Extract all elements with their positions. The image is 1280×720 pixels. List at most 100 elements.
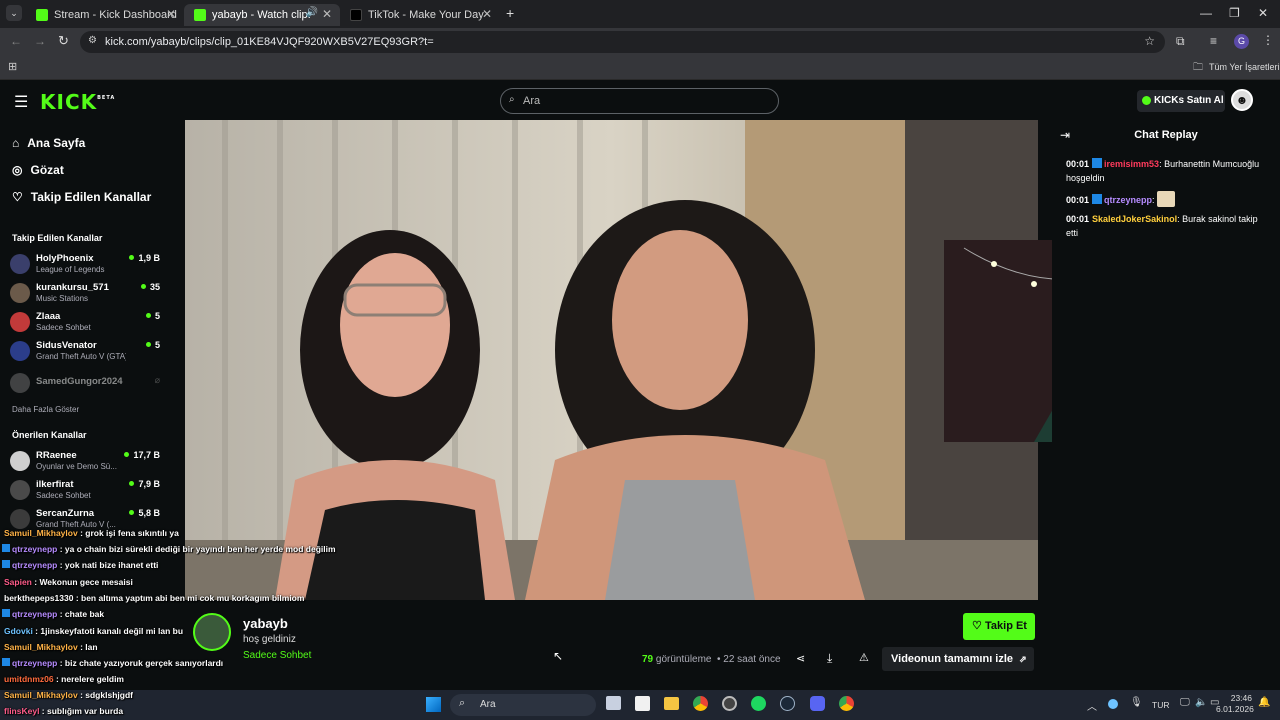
folder-icon: 🗀 <box>1193 62 1203 73</box>
browser-tab-bar: ⌄ Stream - Kick Dashboard ✕ yabayb - Wat… <box>0 0 1280 28</box>
discord-icon[interactable] <box>810 696 825 711</box>
recommended-channel-item[interactable]: ilkerfirat Sadece Sohbet 7,9 B <box>10 478 160 504</box>
minimize-icon[interactable]: — <box>1200 6 1212 20</box>
windows-start-icon[interactable] <box>426 697 441 712</box>
kick-favicon-icon <box>36 9 48 21</box>
extensions-icon[interactable]: ⧉ <box>1176 34 1185 49</box>
notification-bell-icon[interactable]: 🔔 <box>1258 697 1270 708</box>
home-icon: ⌂ <box>12 136 20 150</box>
forward-icon[interactable]: → <box>34 34 46 48</box>
clip-category[interactable]: Sadece Sohbet <box>243 650 311 661</box>
followed-channels-title: Takip Edilen Kanallar <box>12 233 103 243</box>
task-view-icon[interactable] <box>606 696 621 710</box>
report-warning-icon[interactable]: ⚠ <box>859 651 869 664</box>
followed-channel-item[interactable]: Zlaaa Sadece Sohbet 5 <box>10 310 160 336</box>
overlay-chat-line: Samuil_Mikhaylov : grok işi fena sıkıntı… <box>4 528 179 538</box>
url-field[interactable]: ⚙ kick.com/yabayb/clips/clip_01KE84VJQF9… <box>80 31 1165 53</box>
close-tab-icon[interactable]: ✕ <box>166 7 176 21</box>
close-window-icon[interactable]: ✕ <box>1258 6 1268 20</box>
app-icon[interactable] <box>722 696 737 711</box>
chrome-active-icon[interactable] <box>839 696 854 711</box>
followed-channel-item[interactable]: HolyPhoenix League of Legends 1,9 B <box>10 252 160 278</box>
clock[interactable]: 23:46 6.01.2026 <box>1216 693 1254 715</box>
channel-avatar <box>10 283 30 303</box>
chrome-icon[interactable] <box>693 696 708 711</box>
tiktok-favicon-icon <box>350 9 362 21</box>
mouse-cursor-icon: ↖ <box>553 649 564 663</box>
nav-browse[interactable]: ◎ Gözat <box>12 163 64 177</box>
tray-chevron-icon[interactable]: ︿ <box>1087 698 1097 713</box>
followed-channel-item[interactable]: SidusVenator Grand Theft Auto V (GTA) 5 <box>10 339 160 365</box>
back-icon[interactable]: ← <box>10 34 22 48</box>
profile-avatar[interactable]: G <box>1234 34 1249 49</box>
taskbar-search[interactable]: ⌕ Ara <box>450 694 596 716</box>
moderator-badge-icon <box>1092 194 1103 204</box>
volume-icon[interactable]: 🔈 <box>1195 697 1207 708</box>
clip-video-player[interactable] <box>185 120 1038 600</box>
steam-icon[interactable] <box>780 696 795 711</box>
nav-home[interactable]: ⌂ Ana Sayfa <box>12 136 85 150</box>
moderator-badge-icon <box>2 560 10 568</box>
follow-button[interactable]: ♡ Takip Et <box>963 613 1035 640</box>
tab-list-icon[interactable]: ⌄ <box>6 5 22 21</box>
overlay-chat-line: Samuil_Mikhaylov : sdgklshjgdf <box>4 690 133 700</box>
show-more-link[interactable]: Daha Fazla Göster <box>12 405 79 414</box>
kicks-coin-icon <box>1142 96 1151 105</box>
overlay-chat-line: berkthepeps1330 : ben altıma yaptım abi … <box>4 593 305 603</box>
bookmark-star-icon[interactable]: ☆ <box>1144 34 1155 48</box>
moderator-badge-icon <box>2 658 10 666</box>
menu-kebab-icon[interactable]: ⋮ <box>1262 33 1274 47</box>
overlay-chat-line: qtrzeynepp : ya o chain bizi sürekli ded… <box>2 544 336 554</box>
user-avatar[interactable]: ☻ <box>1231 89 1253 111</box>
nav-following[interactable]: ♡ Takip Edilen Kanallar <box>12 190 151 204</box>
emote-icon <box>1157 191 1176 207</box>
network-icon[interactable]: 🖵 <box>1180 697 1190 708</box>
recommended-channels-title: Önerilen Kanallar <box>12 430 87 440</box>
chat-replay-panel: ⇥ Chat Replay 00:01 iremisimm53: Burhanet… <box>1052 120 1280 690</box>
clip-channel-name[interactable]: yabayb <box>243 616 288 631</box>
chat-message: 00:01 SkaledJokerSakinol: Burak sakinol t… <box>1066 214 1258 238</box>
reload-icon[interactable]: ↻ <box>58 33 69 49</box>
channel-avatar <box>10 509 30 529</box>
kick-favicon-icon <box>194 9 206 21</box>
watch-full-video-button[interactable]: Videonun tamamını izle ⇗ <box>882 647 1034 671</box>
media-icon[interactable]: ≡ <box>1210 34 1217 48</box>
spotify-icon[interactable] <box>751 696 766 711</box>
site-info-icon[interactable]: ⚙ <box>88 35 97 46</box>
heart-icon: ♡ <box>972 620 982 632</box>
microphone-icon[interactable]: 🎙 <box>1130 697 1143 708</box>
restore-icon[interactable]: ❐ <box>1229 6 1240 20</box>
recommended-channel-item[interactable]: RRaenee Oyunlar ve Demo Sü... 17,7 B <box>10 449 160 475</box>
hamburger-menu-icon[interactable]: ☰ <box>14 92 28 112</box>
tab-kick-dashboard[interactable]: Stream - Kick Dashboard ✕ <box>26 4 184 26</box>
clip-info-bar: yabayb hoş geldiniz Sadece Sohbet ♡ Taki… <box>185 600 1038 690</box>
share-icon[interactable]: ⋖ <box>796 652 805 665</box>
close-tab-icon[interactable]: ✕ <box>322 7 332 21</box>
download-icon[interactable]: ⤓ <box>827 651 832 666</box>
compass-icon: ◎ <box>12 163 23 177</box>
tab-tiktok[interactable]: TikTok - Make Your Day ✕ <box>340 4 500 26</box>
chat-message: 00:01 qtrzeynepp: <box>1066 191 1272 207</box>
address-bar: ← → ↻ ⚙ kick.com/yabayb/clips/clip_01KE8… <box>0 28 1280 56</box>
kick-logo[interactable]: KICKBETA <box>40 90 115 114</box>
followed-channel-item-offline[interactable]: SamedGungor2024 ⌀ <box>10 371 160 397</box>
video-frame <box>185 120 1038 600</box>
language-indicator[interactable]: TUR <box>1152 700 1169 710</box>
overlay-chat-line: Samuil_Mikhaylov : lan <box>4 642 98 652</box>
new-tab-icon[interactable]: + <box>506 5 514 21</box>
buy-kicks-button[interactable]: KICKs Satın Al <box>1137 90 1225 112</box>
sidebar: ⌂ Ana Sayfa ◎ Gözat ♡ Takip Edilen Kanallar… <box>0 120 170 690</box>
tray-app-icon[interactable] <box>1108 699 1118 709</box>
file-explorer-icon[interactable] <box>664 697 679 710</box>
close-tab-icon[interactable]: ✕ <box>482 7 492 21</box>
all-bookmarks-link[interactable]: Tüm Yer İşaretleri <box>1209 62 1280 72</box>
heart-icon: ♡ <box>12 190 23 204</box>
speaker-icon[interactable]: 🔊 <box>306 7 318 18</box>
search-input[interactable]: ⌕ Ara <box>500 88 779 114</box>
chat-title: Chat Replay <box>1134 129 1198 141</box>
followed-channel-item[interactable]: kurankursu_571 Music Stations 35 <box>10 281 160 307</box>
store-icon[interactable] <box>635 696 650 711</box>
tab-yabayb-clips[interactable]: yabayb - Watch clips on Ki 🔊 ✕ <box>184 4 340 26</box>
channel-avatar[interactable] <box>193 613 231 651</box>
apps-grid-icon[interactable]: ⊞ <box>8 60 17 73</box>
